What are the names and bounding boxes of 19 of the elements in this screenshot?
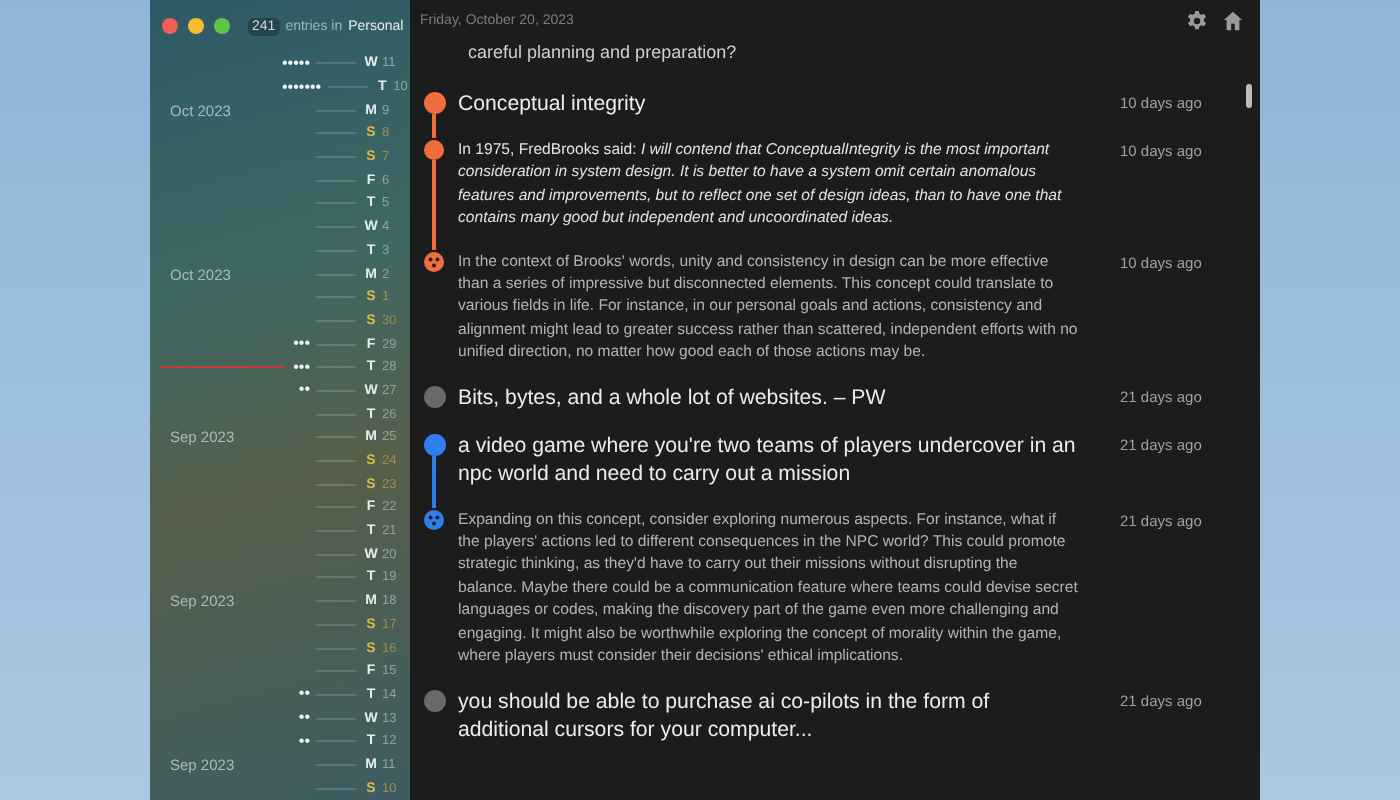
home-icon[interactable]: [1222, 9, 1244, 31]
entry-title[interactable]: Conceptual integrity: [458, 90, 1108, 138]
entry-dots: ••: [298, 382, 310, 399]
entry-dots: ••: [298, 686, 310, 703]
marker-line: [160, 365, 284, 368]
entry-title[interactable]: you should be able to purchase ai co-pilots in the form of additional cursors for your computer...: [458, 687, 1108, 763]
entry-text: careful planning and preparation?: [466, 42, 739, 62]
entry-dots: ••: [298, 733, 310, 750]
settings-icon[interactable]: [1186, 9, 1208, 31]
entry-dots: •••••: [282, 55, 311, 72]
entry-dots: ••: [298, 710, 310, 727]
entry-title[interactable]: a video game where you're two teams of players undercover in an npc world and need to carry out a mission: [458, 431, 1108, 508]
entry-dots: •••••••: [282, 79, 322, 96]
entry-dots: •••: [293, 336, 310, 353]
entry-title[interactable]: Bits, bytes, and a whole lot of websites. – PW: [458, 383, 1108, 432]
entry-dots: •••: [293, 359, 310, 376]
scroll-thumb[interactable]: [1246, 84, 1252, 108]
minimize-button[interactable]: [188, 18, 204, 34]
zoom-button[interactable]: [214, 18, 230, 34]
